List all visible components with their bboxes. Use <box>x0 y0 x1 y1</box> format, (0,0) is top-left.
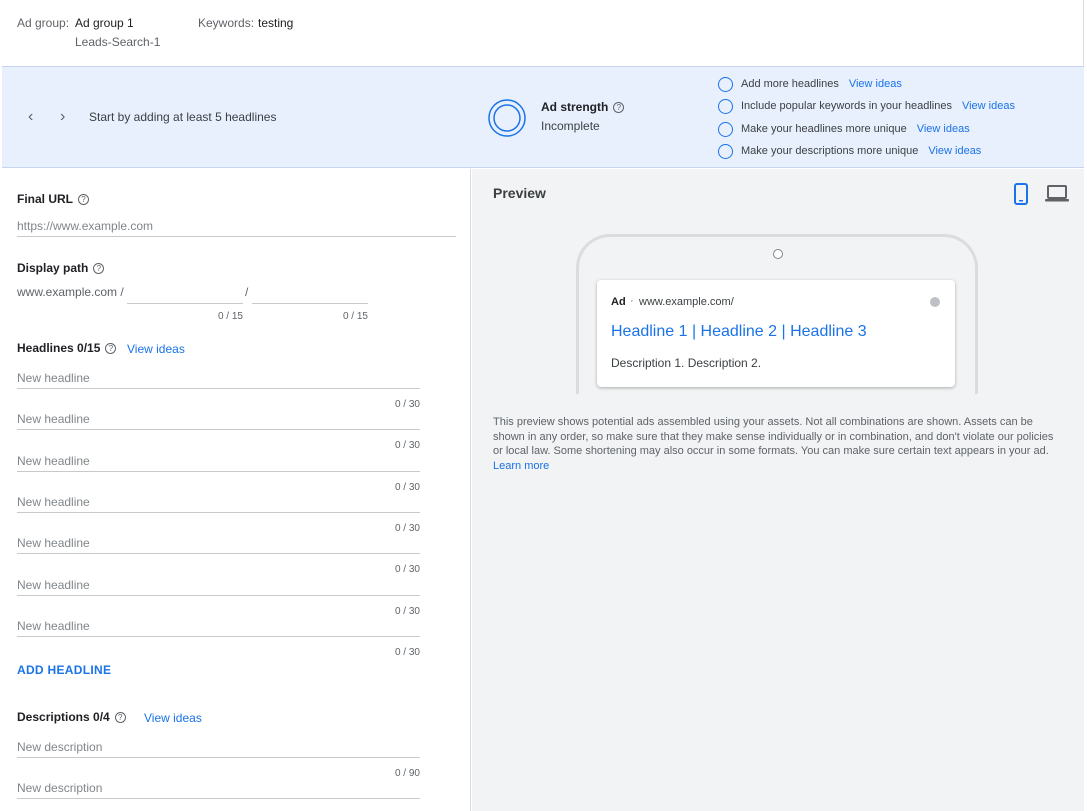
mobile-icon[interactable] <box>1013 183 1029 205</box>
learn-more-link[interactable]: Learn more <box>493 460 549 472</box>
view-ideas-link[interactable]: View ideas <box>849 78 902 90</box>
circle-icon <box>718 121 733 137</box>
preview-disclaimer: This preview shows potential ads assembl… <box>493 415 1063 473</box>
circle-icon <box>718 143 733 159</box>
final-url-label: Final URL? <box>17 192 89 206</box>
keywords-value: testing <box>258 16 294 30</box>
headlines-label-text: Headlines 0/15 <box>17 341 101 355</box>
ad-group-name: Ad group 1 <box>75 16 134 30</box>
ad-strength-title-text: Ad strength <box>541 100 609 114</box>
strength-tip: Start by adding at least 5 headlines <box>89 110 277 124</box>
ad-strength-ring-icon <box>488 99 526 137</box>
suggestion-text: Make your headlines more unique <box>741 123 907 135</box>
suggestion-item: Include popular keywords in your headlin… <box>718 97 1015 115</box>
suggestion-text: Make your descriptions more unique <box>741 145 919 157</box>
headline-input[interactable] <box>17 574 420 596</box>
view-ideas-link[interactable]: View ideas <box>917 123 970 135</box>
description-input[interactable] <box>17 777 420 799</box>
suggestion-text: Include popular keywords in your headlin… <box>741 100 952 112</box>
chevron-left-icon[interactable]: ‹ <box>28 109 33 125</box>
info-icon[interactable] <box>930 297 940 307</box>
ad-description: Description 1. Description 2. <box>611 356 762 370</box>
ad-strength-status: Incomplete <box>541 119 600 133</box>
headlines-label: Headlines 0/15? <box>17 341 117 355</box>
ad-group-label: Ad group: <box>17 16 70 30</box>
ad-strength-title: Ad strength? <box>541 100 625 114</box>
ad-badge: Ad <box>611 296 626 308</box>
suggestion-text: Add more headlines <box>741 78 839 90</box>
help-icon[interactable]: ? <box>613 102 625 114</box>
help-icon[interactable]: ? <box>93 263 105 275</box>
help-icon[interactable]: ? <box>114 712 126 724</box>
ad-form: Final URL? Display path? www.example.com… <box>2 169 471 811</box>
ad-group-header: Ad group: Ad group 1 Leads-Search-1 Keyw… <box>0 0 1084 66</box>
laptop-icon[interactable] <box>1045 185 1069 203</box>
display-path-label: Display path? <box>17 261 105 275</box>
campaign-name: Leads-Search-1 <box>75 35 161 49</box>
suggestion-item: Make your headlines more unique View ide… <box>718 120 970 138</box>
headlines-view-ideas-link[interactable]: View ideas <box>127 342 185 356</box>
display-path-separator: / <box>245 285 249 299</box>
help-icon[interactable]: ? <box>78 194 89 206</box>
descriptions-label: Descriptions 0/4? <box>17 710 126 724</box>
ad-url-separator: · <box>630 295 634 307</box>
ad-strength-panel: ‹ › Start by adding at least 5 headlines… <box>2 66 1084 168</box>
display-path-2-input[interactable] <box>252 282 368 304</box>
circle-icon <box>718 76 733 92</box>
descriptions-view-ideas-link[interactable]: View ideas <box>144 711 202 725</box>
headline-input[interactable] <box>17 367 420 389</box>
headline-input[interactable] <box>17 615 420 637</box>
view-ideas-link[interactable]: View ideas <box>928 145 981 157</box>
chevron-right-icon[interactable]: › <box>60 109 65 125</box>
preview-panel: Preview Ad · www.example.com/ Headline 1… <box>472 169 1084 811</box>
preview-title: Preview <box>493 185 546 201</box>
view-ideas-link[interactable]: View ideas <box>962 100 1015 112</box>
display-path-prefix: www.example.com / <box>17 285 124 299</box>
description-input[interactable] <box>17 736 420 758</box>
keywords-label: Keywords: <box>198 16 255 30</box>
char-counter: 0 / 15 <box>342 311 368 322</box>
phone-frame: Ad · www.example.com/ Headline 1 | Headl… <box>576 234 978 394</box>
ad-headline: Headline 1 | Headline 2 | Headline 3 <box>611 323 867 340</box>
ad-preview-card: Ad · www.example.com/ Headline 1 | Headl… <box>597 280 955 387</box>
headline-input[interactable] <box>17 450 420 472</box>
char-counter: 0 / 15 <box>217 311 243 322</box>
suggestion-item: Add more headlines View ideas <box>718 75 902 93</box>
char-counter: 0 / 30 <box>394 647 420 658</box>
descriptions-label-text: Descriptions 0/4 <box>17 710 110 724</box>
final-url-label-text: Final URL <box>17 192 73 206</box>
phone-camera-icon <box>773 249 783 259</box>
circle-icon <box>718 98 733 114</box>
add-headline-button[interactable]: ADD HEADLINE <box>17 663 111 677</box>
headline-input[interactable] <box>17 532 420 554</box>
suggestion-item: Make your descriptions more unique View … <box>718 142 981 160</box>
final-url-input[interactable] <box>17 215 456 237</box>
ad-display-url: www.example.com/ <box>639 296 734 308</box>
headline-input[interactable] <box>17 491 420 513</box>
display-path-1-input[interactable] <box>127 282 243 304</box>
help-icon[interactable]: ? <box>105 343 117 355</box>
display-path-label-text: Display path <box>17 261 89 275</box>
headline-input[interactable] <box>17 408 420 430</box>
preview-disclaimer-text: This preview shows potential ads assembl… <box>493 416 1054 458</box>
